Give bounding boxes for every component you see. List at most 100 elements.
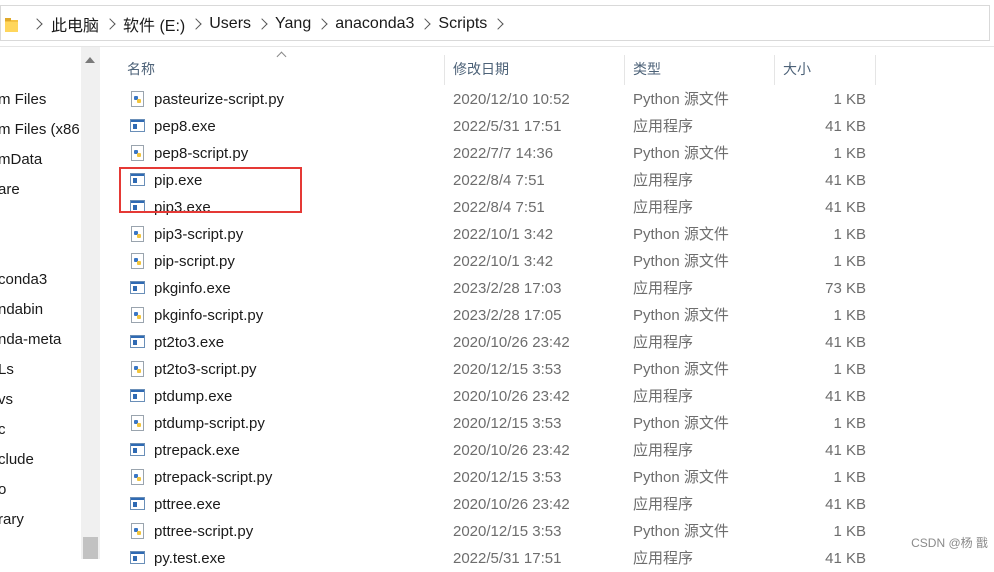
file-type: 应用程序 <box>633 388 694 405</box>
watermark: CSDN @杨 戬 <box>911 536 988 550</box>
file-row[interactable]: pkginfo.exe 2023/2/28 17:03 应用程序 73 KB <box>100 275 880 302</box>
file-name: ptrepack.exe <box>154 442 240 459</box>
file-size: 1 KB <box>833 91 866 108</box>
nav-item[interactable]: rary <box>0 511 24 528</box>
nav-scrollbar[interactable] <box>81 47 100 559</box>
python-file-icon <box>130 361 146 377</box>
nav-item[interactable]: nda-meta <box>0 331 61 348</box>
chevron-right-icon[interactable] <box>185 6 209 42</box>
file-date: 2022/7/7 14:36 <box>453 145 554 162</box>
nav-item[interactable]: c <box>0 421 6 438</box>
nav-item[interactable]: ndabin <box>0 301 43 318</box>
file-row[interactable]: pep8.exe 2022/5/31 17:51 应用程序 41 KB <box>100 113 880 140</box>
sort-ascending-icon <box>276 51 287 62</box>
file-type: Python 源文件 <box>633 415 729 432</box>
nav-item[interactable]: clude <box>0 451 34 468</box>
file-row[interactable]: ptdump-script.py 2020/12/15 3:53 Python 源文… <box>100 410 880 437</box>
address-box[interactable]: 此电脑 软件 (E:) Users Yang anaconda3 Scripts <box>0 5 990 41</box>
column-divider[interactable] <box>444 55 445 85</box>
file-row[interactable]: pasteurize-script.py 2020/12/10 10:52 Pyth… <box>100 86 880 113</box>
python-file-icon <box>130 145 146 161</box>
breadcrumb-item[interactable]: anaconda3 <box>335 15 414 33</box>
file-date: 2020/10/26 23:42 <box>453 334 570 351</box>
python-file-icon <box>130 253 146 269</box>
header-name[interactable]: 名称 <box>127 47 155 85</box>
file-row[interactable]: pip3-script.py 2022/10/1 3:42 Python 源文件 1 … <box>100 221 880 248</box>
file-type: 应用程序 <box>633 496 694 513</box>
file-row[interactable]: pttree.exe 2020/10/26 23:42 应用程序 41 KB <box>100 491 880 518</box>
file-size: 1 KB <box>833 523 866 540</box>
file-size: 41 KB <box>825 496 866 513</box>
breadcrumb-item[interactable]: Yang <box>275 15 311 33</box>
nav-item[interactable]: Ls <box>0 361 14 378</box>
nav-item[interactable]: m Files <box>0 91 46 108</box>
column-divider[interactable] <box>624 55 625 85</box>
file-list: pasteurize-script.py 2020/12/10 10:52 Pyth… <box>100 86 994 567</box>
nav-item[interactable]: conda3 <box>0 271 47 288</box>
file-date: 2023/2/28 17:03 <box>453 280 562 297</box>
header-date[interactable]: 修改日期 <box>453 47 509 85</box>
file-type: Python 源文件 <box>633 226 729 243</box>
breadcrumb-item[interactable]: 此电脑 <box>51 12 99 36</box>
file-name: pkginfo.exe <box>154 280 231 297</box>
nav-item[interactable]: vs <box>0 391 13 408</box>
file-date: 2022/8/4 7:51 <box>453 172 545 189</box>
column-divider[interactable] <box>875 55 876 85</box>
file-date: 2020/12/15 3:53 <box>453 415 562 432</box>
chevron-right-icon[interactable] <box>311 6 335 42</box>
file-date: 2022/10/1 3:42 <box>453 253 554 270</box>
file-type: Python 源文件 <box>633 469 729 486</box>
scroll-up-icon[interactable] <box>85 57 95 63</box>
file-date: 2022/8/4 7:51 <box>453 199 545 216</box>
file-date: 2020/12/15 3:53 <box>453 361 562 378</box>
file-name: pip3-script.py <box>154 226 244 243</box>
python-file-icon <box>130 307 146 323</box>
file-name: pip-script.py <box>154 253 235 270</box>
column-headers: 名称 修改日期 类型 大小 <box>100 47 994 85</box>
file-name: pttree-script.py <box>154 523 254 540</box>
chevron-right-icon[interactable] <box>487 6 511 42</box>
file-date: 2020/10/26 23:42 <box>453 388 570 405</box>
file-name: pt2to3.exe <box>154 334 225 351</box>
file-row[interactable]: pep8-script.py 2022/7/7 14:36 Python 源文件 1 … <box>100 140 880 167</box>
breadcrumb-item[interactable]: 软件 (E:) <box>123 12 185 36</box>
file-row[interactable]: pt2to3.exe 2020/10/26 23:42 应用程序 41 KB <box>100 329 880 356</box>
file-name: pasteurize-script.py <box>154 91 285 108</box>
nav-item[interactable]: mData <box>0 151 42 168</box>
file-row[interactable]: ptrepack.exe 2020/10/26 23:42 应用程序 41 KB <box>100 437 880 464</box>
exe-file-icon <box>130 118 146 134</box>
file-size: 1 KB <box>833 226 866 243</box>
file-size: 1 KB <box>833 307 866 324</box>
chevron-right-icon[interactable] <box>99 6 123 42</box>
breadcrumb-item[interactable]: Users <box>209 15 251 33</box>
file-type: 应用程序 <box>633 118 694 135</box>
highlight-box <box>119 167 302 213</box>
file-row[interactable]: ptrepack-script.py 2020/12/15 3:53 Python … <box>100 464 880 491</box>
header-type[interactable]: 类型 <box>633 47 661 85</box>
file-type: Python 源文件 <box>633 307 729 324</box>
chevron-right-icon[interactable] <box>414 6 438 42</box>
breadcrumb-item[interactable]: Scripts <box>438 15 487 33</box>
file-name: pep8.exe <box>154 118 216 135</box>
file-date: 2022/10/1 3:42 <box>453 226 554 243</box>
file-row[interactable]: ptdump.exe 2020/10/26 23:42 应用程序 41 KB <box>100 383 880 410</box>
file-name: pt2to3-script.py <box>154 361 257 378</box>
file-size: 41 KB <box>825 334 866 351</box>
file-row[interactable]: pt2to3-script.py 2020/12/15 3:53 Python 源文… <box>100 356 880 383</box>
file-row[interactable]: pttree-script.py 2020/12/15 3:53 Python 源文… <box>100 518 880 545</box>
header-size[interactable]: 大小 <box>783 47 811 85</box>
file-row[interactable]: pip-script.py 2022/10/1 3:42 Python 源文件 1 K… <box>100 248 880 275</box>
scroll-thumb[interactable] <box>83 537 98 559</box>
nav-item[interactable]: o <box>0 481 6 498</box>
file-size: 1 KB <box>833 253 866 270</box>
nav-item[interactable]: are <box>0 181 20 198</box>
file-row[interactable]: pkginfo-script.py 2023/2/28 17:05 Python 源… <box>100 302 880 329</box>
chevron-right-icon[interactable] <box>23 6 51 42</box>
column-divider[interactable] <box>774 55 775 85</box>
chevron-right-icon[interactable] <box>251 6 275 42</box>
file-name: ptdump.exe <box>154 388 233 405</box>
file-size: 41 KB <box>825 199 866 216</box>
file-size: 41 KB <box>825 172 866 189</box>
file-size: 1 KB <box>833 469 866 486</box>
nav-item[interactable]: m Files (x86 <box>0 121 80 138</box>
